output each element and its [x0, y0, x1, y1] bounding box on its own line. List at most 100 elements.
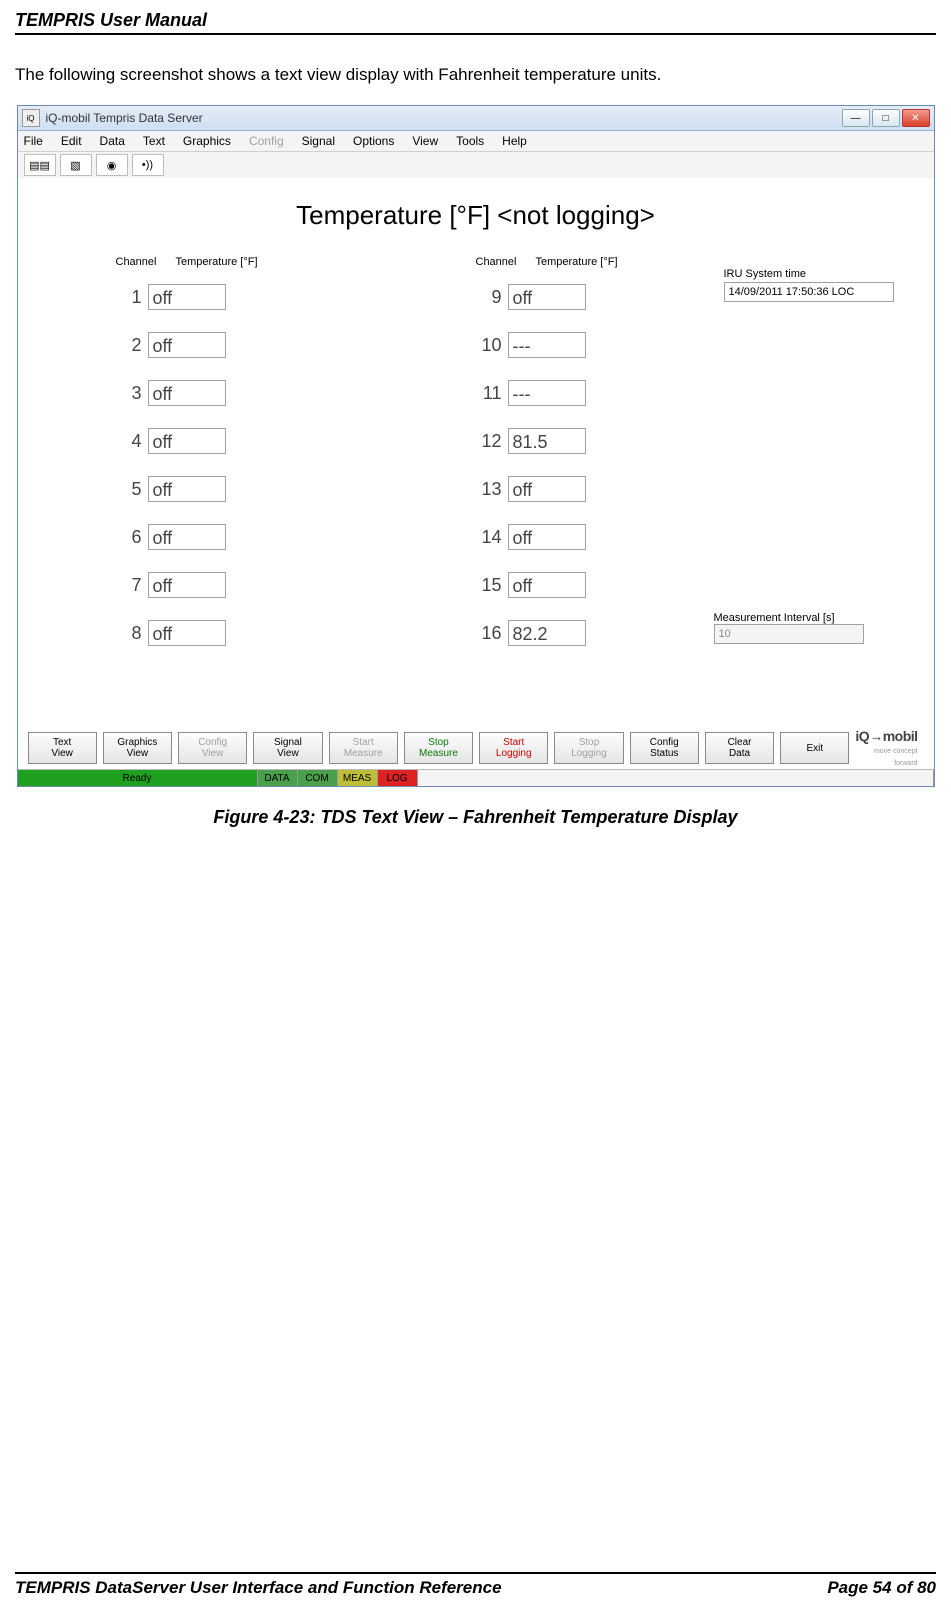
toolbar: ▤▤ ▧ ◉ •)): [18, 152, 934, 179]
content-area: Temperature [°F] <not logging> Channel T…: [18, 178, 934, 734]
col-header-channel: Channel: [116, 256, 156, 268]
menu-graphics[interactable]: Graphics: [183, 134, 231, 148]
channel-number: 14: [458, 527, 508, 548]
channel-value: off: [148, 428, 226, 454]
system-time-panel: IRU System time 14/09/2011 17:50:36 LOC: [724, 268, 914, 302]
toolbar-config-icon[interactable]: ◉: [96, 154, 128, 176]
channel-number: 4: [98, 431, 148, 452]
menu-view[interactable]: View: [412, 134, 438, 148]
channel-number: 16: [458, 623, 508, 644]
channel-row: 9off: [458, 282, 758, 312]
config-status-button[interactable]: ConfigStatus: [630, 732, 699, 764]
channel-number: 5: [98, 479, 148, 500]
minimize-button[interactable]: —: [842, 109, 870, 127]
graphics-view-button[interactable]: GraphicsView: [103, 732, 172, 764]
window-title: iQ-mobil Tempris Data Server: [46, 111, 842, 125]
toolbar-text-view-icon[interactable]: ▤▤: [24, 154, 56, 176]
channel-row: 3off: [98, 378, 398, 408]
status-bar: Ready DATA COM MEAS LOG: [18, 769, 934, 786]
channel-value: off: [148, 332, 226, 358]
channel-number: 15: [458, 575, 508, 596]
page-footer: TEMPRIS DataServer User Interface and Fu…: [15, 1572, 936, 1598]
config-view-button: ConfigView: [178, 732, 247, 764]
channel-value: off: [508, 524, 586, 550]
figure-caption: Figure 4-23: TDS Text View – Fahrenheit …: [15, 807, 936, 828]
clear-data-button[interactable]: ClearData: [705, 732, 774, 764]
menu-data[interactable]: Data: [100, 134, 125, 148]
channel-row: 1281.5: [458, 426, 758, 456]
channel-row: 7off: [98, 570, 398, 600]
menu-options[interactable]: Options: [353, 134, 394, 148]
status-ready: Ready: [18, 770, 258, 786]
logo: iQ→mobil move concept forward: [855, 728, 923, 768]
channel-row: 4off: [98, 426, 398, 456]
channel-number: 1: [98, 287, 148, 308]
logo-subtext: move concept forward: [874, 748, 918, 767]
channel-value: ---: [508, 380, 586, 406]
channel-value: off: [148, 476, 226, 502]
col-header-temp: Temperature [°F]: [176, 256, 258, 268]
intro-text: The following screenshot shows a text vi…: [15, 65, 936, 85]
title-bar: iQ iQ-mobil Tempris Data Server — □ ✕: [18, 106, 934, 131]
channel-row: 11---: [458, 378, 758, 408]
channel-number: 10: [458, 335, 508, 356]
signal-view-button[interactable]: SignalView: [253, 732, 322, 764]
text-view-button[interactable]: TextView: [28, 732, 97, 764]
toolbar-signal-icon[interactable]: •)): [132, 154, 164, 176]
menu-config[interactable]: Config: [249, 134, 284, 148]
channel-row: 2off: [98, 330, 398, 360]
menu-file[interactable]: File: [24, 134, 43, 148]
channel-value: ---: [508, 332, 586, 358]
maximize-button[interactable]: □: [872, 109, 900, 127]
col-header-temp: Temperature [°F]: [536, 256, 618, 268]
channel-row: 6off: [98, 522, 398, 552]
channel-row: 10---: [458, 330, 758, 360]
channel-value: off: [148, 524, 226, 550]
close-button[interactable]: ✕: [902, 109, 930, 127]
channel-value: 81.5: [508, 428, 586, 454]
footer-left: TEMPRIS DataServer User Interface and Fu…: [15, 1578, 502, 1598]
channel-number: 9: [458, 287, 508, 308]
logo-text: iQ→mobil: [855, 728, 917, 744]
system-time-value: 14/09/2011 17:50:36 LOC: [724, 282, 894, 302]
channel-value: off: [508, 284, 586, 310]
menu-text[interactable]: Text: [143, 134, 165, 148]
channel-value: off: [148, 572, 226, 598]
channel-value: 82.2: [508, 620, 586, 646]
menu-help[interactable]: Help: [502, 134, 527, 148]
channel-value: off: [508, 476, 586, 502]
toolbar-graphics-icon[interactable]: ▧: [60, 154, 92, 176]
start-logging-button[interactable]: StartLogging: [479, 732, 548, 764]
stop-measure-button[interactable]: StopMeasure: [404, 732, 473, 764]
start-measure-button: StartMeasure: [329, 732, 398, 764]
channel-number: 13: [458, 479, 508, 500]
channel-row: 14off: [458, 522, 758, 552]
col-header-channel: Channel: [476, 256, 516, 268]
menu-edit[interactable]: Edit: [61, 134, 82, 148]
menu-tools[interactable]: Tools: [456, 134, 484, 148]
menu-bar: File Edit Data Text Graphics Config Sign…: [18, 131, 934, 152]
footer-right: Page 54 of 80: [827, 1578, 936, 1598]
channel-number: 8: [98, 623, 148, 644]
channel-row: 1off: [98, 282, 398, 312]
measurement-interval-panel: Measurement Interval [s] 10: [714, 612, 914, 644]
channel-value: off: [148, 284, 226, 310]
exit-button[interactable]: Exit: [780, 732, 849, 764]
app-icon: iQ: [22, 109, 40, 127]
channel-value: off: [508, 572, 586, 598]
channel-row: 5off: [98, 474, 398, 504]
app-window: iQ iQ-mobil Tempris Data Server — □ ✕ Fi…: [17, 105, 935, 787]
interval-value: 10: [714, 624, 864, 644]
menu-signal[interactable]: Signal: [302, 134, 335, 148]
channel-number: 6: [98, 527, 148, 548]
channel-value: off: [148, 380, 226, 406]
content-title: Temperature [°F] <not logging>: [18, 200, 934, 231]
channel-column-left: Channel Temperature [°F] 1off 2off 3off …: [98, 256, 398, 666]
status-meas: MEAS: [338, 770, 378, 786]
system-time-label: IRU System time: [724, 268, 914, 280]
channel-row: 1682.2: [458, 618, 758, 648]
interval-label: Measurement Interval [s]: [714, 612, 914, 624]
status-log: LOG: [378, 770, 418, 786]
channel-value: off: [148, 620, 226, 646]
channel-column-right: Channel Temperature [°F] 9off 10--- 11--…: [458, 256, 758, 666]
